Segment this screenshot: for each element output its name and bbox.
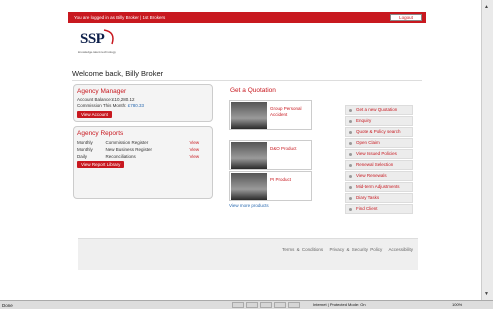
report-name: Commission Register [105,139,149,145]
bullet-icon [349,163,352,167]
view-account-button[interactable]: View Account [77,111,112,118]
action-get-new-quotation[interactable]: Get a new Quotation [345,105,413,115]
action-enquiry[interactable]: Enquiry [345,116,413,126]
browser-status-bar: Done Internet | Protected Mode: On 100% [0,300,493,309]
product-label[interactable]: Group Personal Accident [270,106,310,118]
action-label: Renewal Selection [356,162,394,167]
product-card-group-personal-accident[interactable]: Group Personal Accident [229,100,312,130]
action-mid-term-adjustments[interactable]: Mid-term Adjustments [345,182,413,192]
logged-in-user-text: You are logged in as Billy Broker | 1st … [74,15,166,20]
bullet-icon [349,174,352,178]
get-a-quotation-title: Get a Quotation [230,87,276,94]
vertical-scrollbar[interactable]: ▲ ▼ [481,0,493,300]
reports-table: Monthly Commission Register View Monthly… [77,139,207,160]
action-diary-tasks[interactable]: Diary Tasks [345,193,413,203]
status-segment [260,302,272,308]
ssp-logo[interactable]: SSP knowledge.talent.technology [76,28,126,58]
report-period: Monthly [77,139,93,145]
agency-reports-panel: Agency Reports Monthly Commission Regist… [73,126,213,199]
action-renewal-selection[interactable]: Renewal Selection [345,160,413,170]
report-period: Monthly [77,146,93,152]
accessibility-link[interactable]: Accessibility [388,247,413,252]
status-text: Done [2,303,13,308]
agency-reports-title: Agency Reports [77,130,124,137]
view-report-library-button[interactable]: View Report Library [77,161,125,168]
privacy-link[interactable]: Privacy & Security Policy [329,247,382,252]
product-card-pi[interactable]: PI Product [229,171,312,201]
commission-label: Commission This Month: [77,103,128,108]
bullet-icon [349,152,352,156]
top-bar: You are logged in as Billy Broker | 1st … [68,12,426,23]
product-image [231,173,267,200]
bullet-icon [349,207,352,211]
status-segment [232,302,244,308]
view-more-products-link[interactable]: View more products [229,203,269,208]
browser-viewport: You are logged in as Billy Broker | 1st … [0,0,481,300]
action-label: View Renewals [356,173,387,178]
bullet-icon [349,130,352,134]
report-view-link[interactable]: View [190,139,208,146]
scroll-up-icon[interactable]: ▲ [484,4,489,10]
scroll-down-icon[interactable]: ▼ [484,291,489,297]
action-quote-policy-search[interactable]: Quote & Policy search [345,127,413,137]
status-segment [288,302,300,308]
report-view-link[interactable]: View [190,153,208,160]
product-label[interactable]: PI Product [270,177,310,183]
page: You are logged in as Billy Broker | 1st … [68,12,426,300]
logout-button[interactable]: Logout [390,14,422,21]
bullet-icon [349,185,352,189]
status-segment [246,302,258,308]
logo-tagline: knowledge.talent.technology [78,50,116,54]
zoom-level[interactable]: 100% [452,302,462,307]
agency-manager-title: Agency Manager [77,88,127,95]
table-row: Daily Reconciliations View [77,153,207,160]
quick-actions-menu: Get a new Quotation Enquiry Quote & Poli… [345,105,413,215]
bullet-icon [349,119,352,123]
product-image [231,102,267,129]
report-period: Daily [77,153,88,159]
agency-manager-panel: Agency Manager Account Balance:£10,280.1… [73,84,213,122]
action-label: Get a new Quotation [356,107,398,112]
action-label: Open Claim [356,140,380,145]
action-label: Quote & Policy search [356,129,401,134]
footer-links: Terms & Conditions Privacy & Security Po… [278,247,413,252]
action-view-issued-policies[interactable]: View Issued Policies [345,149,413,159]
action-open-claim[interactable]: Open Claim [345,138,413,148]
product-image [231,142,267,169]
report-view-link[interactable]: View [190,146,208,153]
status-segment [274,302,286,308]
action-find-client[interactable]: Find Client [345,204,413,214]
divider [72,80,422,81]
report-name: New Business Register [105,146,152,152]
action-label: Enquiry [356,118,372,123]
terms-link[interactable]: Terms & Conditions [282,247,323,252]
product-label[interactable]: D&O Product [270,146,310,152]
table-row: Monthly New Business Register View [77,146,207,153]
bullet-icon [349,141,352,145]
bullet-icon [349,108,352,112]
action-view-renewals[interactable]: View Renewals [345,171,413,181]
security-zone-text[interactable]: Internet | Protected Mode: On [313,302,366,307]
product-card-do[interactable]: D&O Product [229,140,312,170]
action-label: Find Client [356,206,378,211]
action-label: Diary Tasks [356,195,380,200]
welcome-heading: Welcome back, Billy Broker [72,69,164,78]
action-label: View Issued Policies [356,151,397,156]
commission-value-link[interactable]: £780.33 [128,103,144,108]
table-row: Monthly Commission Register View [77,139,207,146]
commission-row: Commission This Month: £780.33 [77,103,209,109]
bullet-icon [349,196,352,200]
footer: Terms & Conditions Privacy & Security Po… [78,238,418,270]
report-name: Reconciliations [105,153,136,159]
action-label: Mid-term Adjustments [356,184,400,189]
